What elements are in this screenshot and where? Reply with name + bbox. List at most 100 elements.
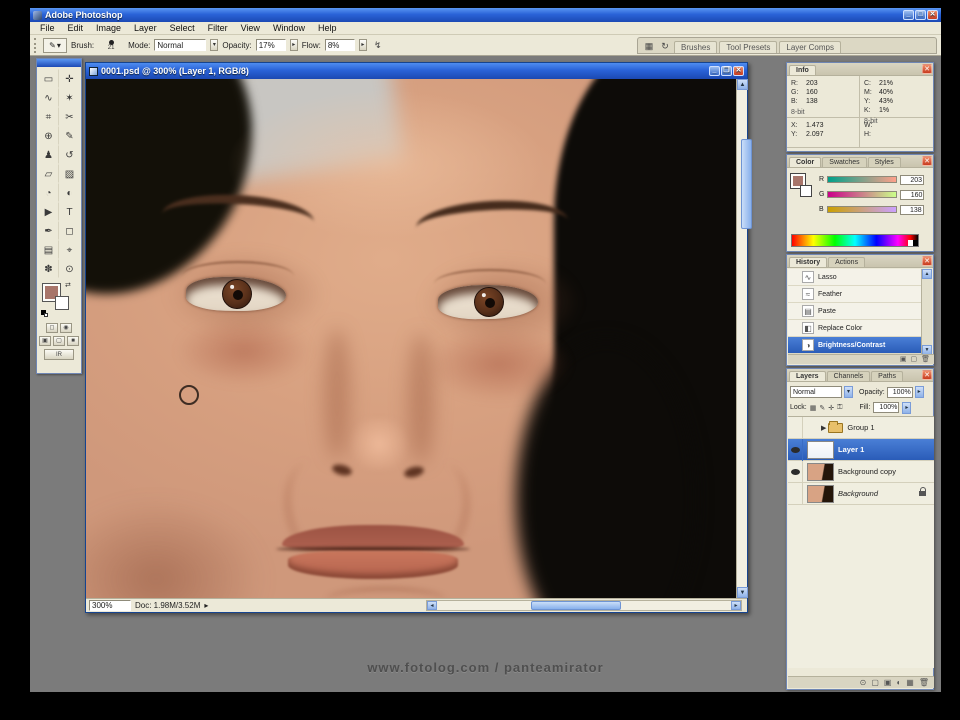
fill-arrow-icon[interactable]: ▸ [902,401,912,414]
brush-preset-picker[interactable]: 21 [98,37,124,53]
well-tab-brushes[interactable]: Brushes [674,40,718,53]
history-item-selected[interactable]: ◑ Brightness/Contrast [788,337,923,354]
layer-name[interactable]: Background copy [838,467,896,476]
eyedropper-tool-icon[interactable]: ⌖ [59,240,80,259]
tab-info[interactable]: Info [789,65,816,75]
tab-actions[interactable]: Actions [828,257,866,267]
magic-wand-tool-icon[interactable]: ✶ [59,88,80,107]
group-name[interactable]: Group 1 [847,423,874,432]
blur-tool-icon[interactable]: ◔ [38,183,59,202]
clone-stamp-tool-icon[interactable]: ♟ [38,145,59,164]
swap-colors-icon[interactable]: ⇄ [65,281,71,289]
doc-restore-button[interactable]: ❐ [721,66,732,76]
file-browser-icon[interactable]: ▦ [642,39,656,53]
close-button[interactable]: ✕ [927,10,938,20]
new-group-icon[interactable]: ▣ [884,678,892,687]
visibility-toggle[interactable] [788,438,803,461]
lock-all-icon[interactable]: ⚿ [837,404,842,412]
crop-tool-icon[interactable]: ⌗ [38,107,59,126]
tool-preset-picker[interactable]: ✎ ▾ [43,37,67,53]
canvas[interactable] [86,79,736,598]
menu-select[interactable]: Select [164,23,201,33]
type-tool-icon[interactable]: T [59,202,80,221]
scroll-right-icon[interactable]: ▸ [731,601,741,610]
menu-filter[interactable]: Filter [202,23,234,33]
default-colors-icon[interactable] [41,308,49,317]
rectangular-marquee-tool-icon[interactable]: ▭ [38,69,59,88]
toolbox-titlebar[interactable] [37,59,81,67]
layer-opacity-input[interactable]: 100% [886,386,913,398]
scroll-up-icon[interactable]: ▲ [737,79,748,90]
app-titlebar[interactable]: Adobe Photoshop _ □ ✕ [30,8,941,22]
well-tab-tool-presets[interactable]: Tool Presets [719,40,778,53]
layer-row-group[interactable]: ▶ Group 1 [788,416,934,439]
doc-minimize-button[interactable]: _ [709,66,720,76]
notes-tool-icon[interactable]: ▤ [38,240,59,259]
tab-swatches[interactable]: Swatches [822,157,867,167]
menu-file[interactable]: File [34,23,61,33]
adjustment-layer-icon[interactable]: ◐ [896,678,901,687]
pen-tool-icon[interactable]: ✒ [38,221,59,240]
status-menu-arrow-icon[interactable]: ▸ [204,601,208,610]
quick-mask-mode-button[interactable]: ◉ [60,323,72,333]
history-item[interactable]: ∿ Lasso [788,269,923,286]
green-value-input[interactable]: 160 [900,189,925,200]
history-close-icon[interactable]: ✕ [922,256,932,266]
layer-style-icon[interactable]: ⊙ [860,678,867,687]
green-slider[interactable] [827,191,898,198]
color-background-swatch[interactable] [800,185,812,197]
layer-row[interactable]: Background copy [788,460,934,483]
new-snapshot-icon[interactable]: ▢ [910,355,917,364]
vertical-scrollbar[interactable]: ▲ ▼ [736,79,752,598]
sync-icon[interactable]: ↻ [658,39,672,53]
menu-window[interactable]: Window [267,23,311,33]
visibility-toggle[interactable] [788,482,803,505]
new-layer-icon[interactable]: ▦ [906,678,914,687]
layer-row-selected[interactable]: Layer 1 [788,438,934,461]
red-value-input[interactable]: 203 [900,174,925,185]
history-item[interactable]: ▤ Paste [788,303,923,320]
history-item[interactable]: ≈ Feather [788,286,923,303]
layer-row-background[interactable]: Background [788,482,934,505]
history-scroll-up-icon[interactable]: ▲ [922,269,932,279]
scroll-down-icon[interactable]: ▼ [737,587,748,598]
history-item[interactable]: ◧ Replace Color [788,320,923,337]
blend-mode-select[interactable]: Normal [790,386,842,398]
color-close-icon[interactable]: ✕ [922,156,932,166]
vertical-scroll-thumb[interactable] [741,139,752,229]
history-scrollbar[interactable]: ▲ ▼ [921,269,932,355]
airbrush-icon[interactable]: ↯ [371,38,385,52]
history-brush-tool-icon[interactable]: ↺ [59,145,80,164]
slice-tool-icon[interactable]: ✂ [59,107,80,126]
blue-value-input[interactable]: 138 [899,204,924,215]
horizontal-scroll-thumb[interactable] [531,601,621,610]
doc-close-button[interactable]: ✕ [733,66,744,76]
fullscreen-menubar-button[interactable]: ▢ [53,336,65,346]
horizontal-scrollbar[interactable]: ◂ ▸ [426,600,742,611]
tab-layers[interactable]: Layers [789,371,826,381]
maximize-button[interactable]: □ [915,10,926,20]
path-selection-tool-icon[interactable]: ▶ [38,202,59,221]
menu-edit[interactable]: Edit [62,23,90,33]
tab-paths[interactable]: Paths [871,371,904,381]
mode-select[interactable]: Normal [154,39,207,51]
standard-mode-button[interactable]: ◻ [46,323,58,333]
background-color-swatch[interactable] [55,296,69,310]
zoom-level-input[interactable]: 300% [89,600,131,611]
tab-history[interactable]: History [789,257,828,267]
layer-thumbnail[interactable] [807,462,834,481]
black-white-swatch[interactable] [908,240,918,246]
delete-state-icon[interactable]: 🗑 [921,355,930,364]
layers-close-icon[interactable]: ✕ [922,370,932,380]
menu-view[interactable]: View [235,23,266,33]
flow-input[interactable]: 8% [324,39,355,51]
opacity-input[interactable]: 17% [255,39,286,51]
layer-thumbnail[interactable] [807,484,834,503]
lock-paint-icon[interactable]: ✎ [819,404,825,412]
layer-name[interactable]: Background [838,489,878,498]
flow-arrow-icon[interactable]: ▸ [358,39,367,51]
menu-help[interactable]: Help [312,23,343,33]
menu-layer[interactable]: Layer [128,23,163,33]
imageready-button[interactable]: IR [44,349,74,360]
hand-tool-icon[interactable]: ✽ [38,259,59,278]
